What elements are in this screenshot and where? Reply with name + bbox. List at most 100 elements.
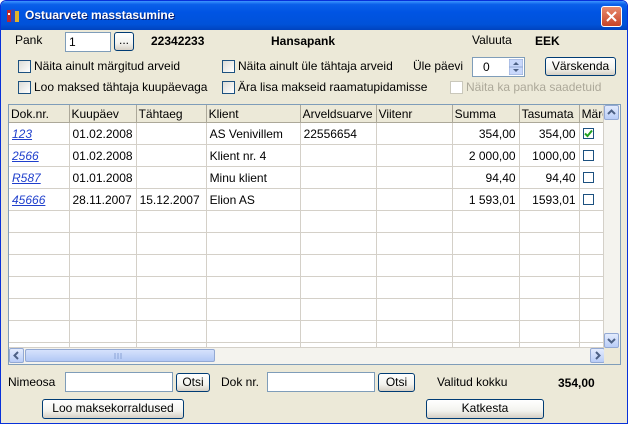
empty-cell xyxy=(519,276,580,299)
empty-cell xyxy=(206,298,301,321)
vertical-scrollbar[interactable] xyxy=(603,105,620,348)
empty-cell xyxy=(206,365,300,366)
overdue-days-spinner[interactable]: 0 xyxy=(472,57,525,77)
empty-cell xyxy=(206,210,301,233)
close-icon xyxy=(606,11,617,22)
column-header[interactable]: Arveldsuarve xyxy=(300,105,377,123)
cell-date: 01.01.2008 xyxy=(69,166,137,189)
only-marked-label: Näita ainult märgitud arveid xyxy=(34,59,181,73)
no-accounting-checkbox[interactable] xyxy=(222,81,235,94)
horizontal-scroll-thumb[interactable] xyxy=(25,349,215,362)
empty-cell xyxy=(519,254,580,277)
bank-account-number: 22342233 xyxy=(151,34,205,48)
table-row[interactable]: 45666 28.11.2007 15.12.2007 Elion AS 1 593,0… xyxy=(9,188,615,211)
show-sent-checkbox xyxy=(450,81,463,94)
cancel-button[interactable]: Katkesta xyxy=(426,399,544,419)
bank-browse-button[interactable]: ... xyxy=(114,32,134,51)
cell-sum: 1 593,01 xyxy=(452,188,520,211)
empty-cell xyxy=(376,276,453,299)
scroll-up-arrow-icon xyxy=(607,109,616,115)
empty-cell xyxy=(69,365,136,366)
empty-table-row[interactable] xyxy=(9,254,615,277)
cell-doc[interactable]: 123 xyxy=(9,122,70,145)
empty-cell xyxy=(519,232,580,255)
column-header[interactable]: Dok.nr. xyxy=(9,105,70,123)
only-marked-checkbox[interactable] xyxy=(18,60,31,73)
cell-doc[interactable]: R587 xyxy=(9,166,70,189)
scroll-up-button[interactable] xyxy=(604,105,619,120)
empty-cell xyxy=(69,276,137,299)
empty-cell xyxy=(69,210,137,233)
selected-total-label: Valitud kokku xyxy=(437,375,508,389)
empty-table-row[interactable] xyxy=(9,365,614,366)
cell-doc[interactable]: 2566 xyxy=(9,144,70,167)
mark-checkbox[interactable] xyxy=(582,193,594,205)
empty-cell xyxy=(300,232,377,255)
empty-table-row[interactable] xyxy=(9,276,615,299)
cell-ref xyxy=(376,144,453,167)
empty-cell xyxy=(9,254,70,277)
scroll-left-button[interactable] xyxy=(9,348,24,363)
horizontal-scrollbar[interactable] xyxy=(9,347,605,364)
empty-cell xyxy=(206,276,301,299)
mark-checkbox[interactable] xyxy=(582,127,594,139)
due-by-date-label: Loo maksed tähtaja kuupäevaga xyxy=(34,80,208,94)
table-row[interactable]: 123 01.02.2008 AS Venivillem 22556654 354,00… xyxy=(9,122,615,145)
column-header[interactable]: Summa xyxy=(452,105,520,123)
empty-cell xyxy=(452,298,520,321)
scroll-left-arrow-icon xyxy=(13,351,19,360)
empty-table-row[interactable] xyxy=(9,210,615,233)
bank-input[interactable]: 1 xyxy=(65,32,111,52)
empty-cell xyxy=(206,254,301,277)
cell-ref xyxy=(376,122,453,145)
due-by-date-checkbox[interactable] xyxy=(18,81,31,94)
column-header[interactable]: Tasumata xyxy=(519,105,580,123)
empty-cell xyxy=(136,232,207,255)
empty-cell xyxy=(69,254,137,277)
empty-table-row[interactable] xyxy=(9,320,615,343)
table-row[interactable]: 2566 01.02.2008 Klient nr. 4 2 000,00 1000,0… xyxy=(9,144,615,167)
column-header[interactable]: Viitenr xyxy=(376,105,453,123)
column-header[interactable]: Tähtaeg xyxy=(136,105,207,123)
column-header[interactable]: Kuupäev xyxy=(69,105,137,123)
close-button[interactable] xyxy=(601,6,622,27)
scroll-right-arrow-icon xyxy=(595,351,601,360)
empty-cell xyxy=(136,210,207,233)
mark-checkbox[interactable] xyxy=(582,149,594,161)
column-header[interactable]: Klient xyxy=(206,105,301,123)
doc-search-label: Dok nr. xyxy=(221,375,260,389)
cell-client: AS Venivillem xyxy=(206,122,301,145)
doc-search-button[interactable]: Otsi xyxy=(378,373,415,392)
invoice-grid[interactable]: Dok.nr. Kuupäev Tähtaeg Klient Arveldsuarve V… xyxy=(8,104,621,365)
empty-cell xyxy=(452,320,520,343)
cell-unpaid: 94,40 xyxy=(519,166,580,189)
app-books-icon xyxy=(7,9,19,22)
overdue-days-label: Üle päevi xyxy=(413,59,464,73)
scroll-down-button[interactable] xyxy=(604,333,619,348)
empty-table-row[interactable] xyxy=(9,298,615,321)
mark-checkbox[interactable] xyxy=(582,171,594,183)
cell-unpaid: 354,00 xyxy=(519,122,580,145)
empty-cell xyxy=(136,298,207,321)
empty-cell xyxy=(300,210,377,233)
title-bar[interactable]: Ostuarvete masstasumine xyxy=(1,1,627,30)
empty-cell xyxy=(136,365,206,366)
create-payment-orders-button[interactable]: Loo maksekorraldused xyxy=(42,399,184,419)
cell-date: 28.11.2007 xyxy=(69,188,137,211)
empty-table-row[interactable] xyxy=(9,232,615,255)
scroll-right-button[interactable] xyxy=(590,348,605,363)
refresh-button[interactable]: Värskenda xyxy=(545,57,616,76)
spin-arrows-icon[interactable] xyxy=(509,59,523,75)
empty-cell xyxy=(452,365,519,366)
table-row[interactable]: R587 01.01.2008 Minu klient 94,40 94,40 xyxy=(9,166,615,189)
name-search-input[interactable] xyxy=(65,372,173,392)
empty-cell xyxy=(136,276,207,299)
empty-cell xyxy=(376,365,452,366)
cell-due: 15.12.2007 xyxy=(136,188,207,211)
empty-cell xyxy=(9,298,70,321)
doc-search-input[interactable] xyxy=(267,372,375,392)
name-search-button[interactable]: Otsi xyxy=(176,373,210,392)
cell-doc[interactable]: 45666 xyxy=(9,188,70,211)
only-overdue-checkbox[interactable] xyxy=(222,60,235,73)
no-accounting-label: Ära lisa makseid raamatupidamisse xyxy=(238,80,428,94)
